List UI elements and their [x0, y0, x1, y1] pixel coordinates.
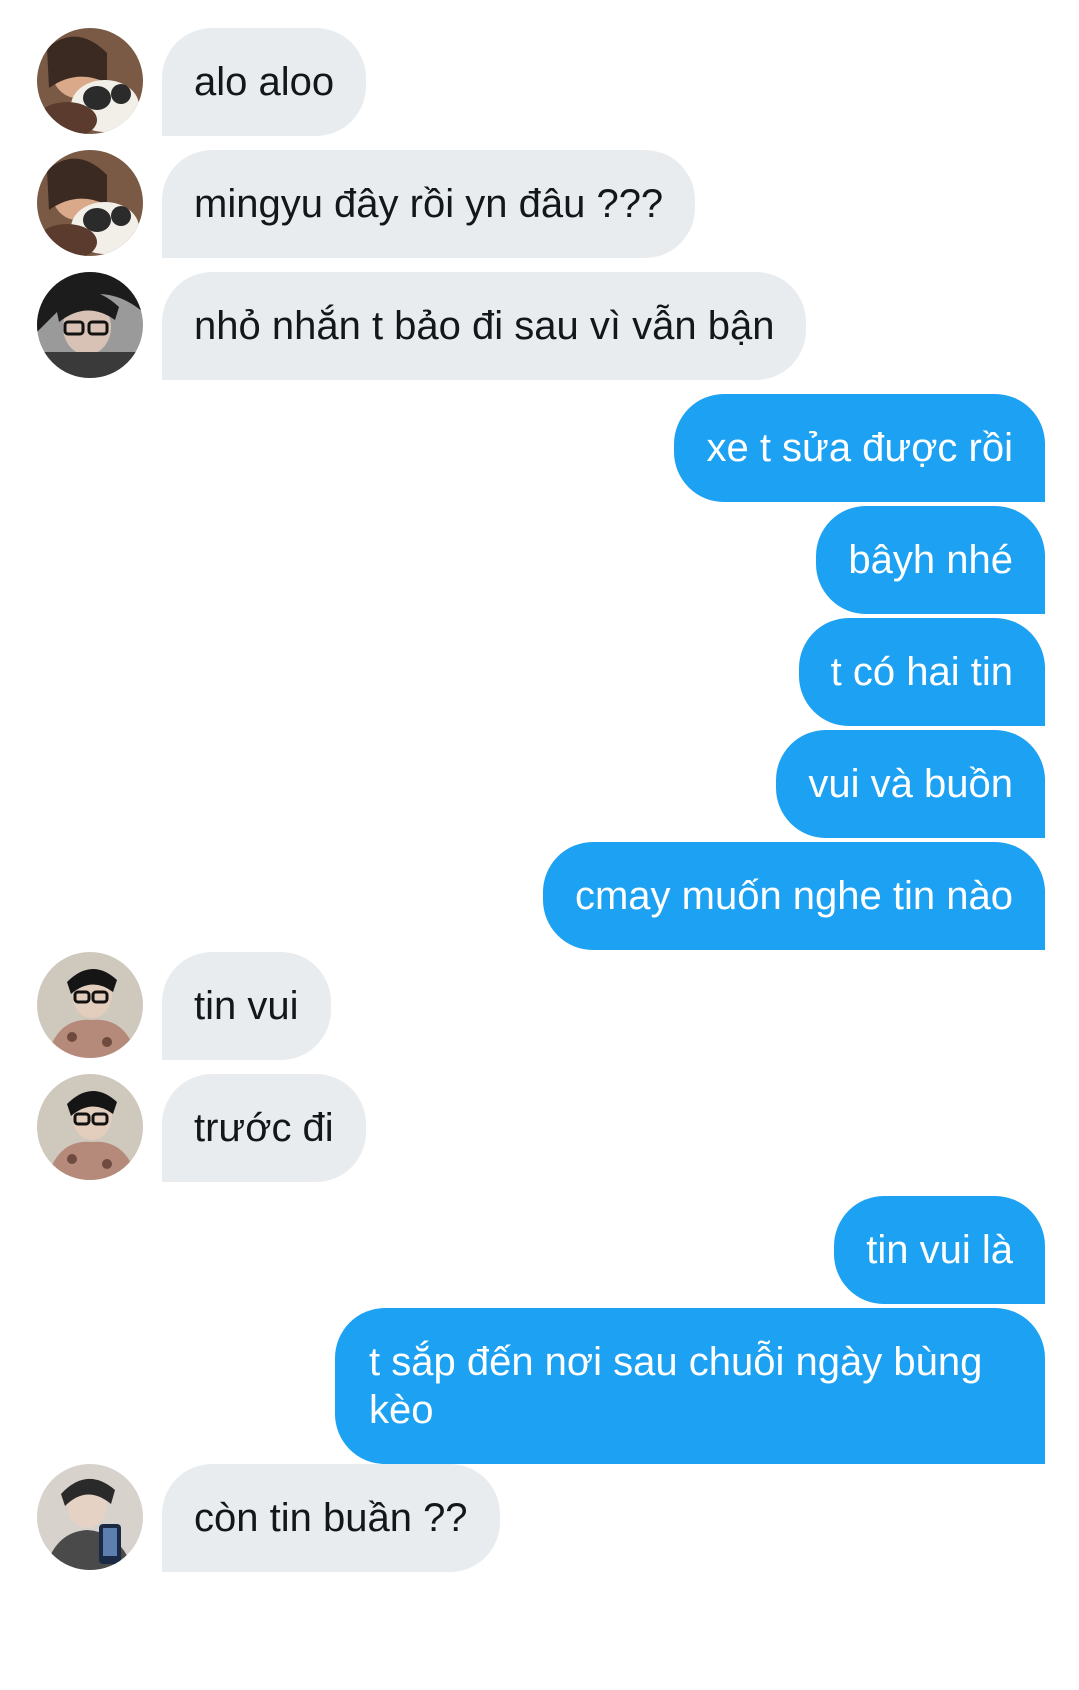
message-row: alo aloo — [0, 28, 1079, 136]
chat-thread: alo aloo mingyu đây rồi yn đâu ??? nhỏ n… — [0, 0, 1079, 1690]
outgoing-message-bubble[interactable]: t sắp đến nơi sau chuỗi ngày bùng kèo — [335, 1308, 1045, 1464]
avatar-boy-with-phone-icon[interactable] — [37, 1464, 143, 1570]
incoming-message-bubble[interactable]: nhỏ nhắn t bảo đi sau vì vẫn bận — [162, 272, 807, 380]
incoming-message-bubble[interactable]: còn tin buần ?? — [162, 1464, 500, 1572]
incoming-message-bubble[interactable]: alo aloo — [162, 28, 367, 136]
incoming-message-bubble[interactable]: mingyu đây rồi yn đâu ??? — [162, 150, 696, 258]
avatar-boy-with-glasses-icon[interactable] — [37, 1074, 143, 1180]
incoming-message-bubble[interactable]: tin vui — [162, 952, 331, 1060]
message-row: tin vui — [0, 952, 1079, 1060]
message-row: còn tin buần ?? — [0, 1464, 1079, 1572]
message-row: mingyu đây rồi yn đâu ??? — [0, 150, 1079, 258]
avatar-girl-with-cat-icon[interactable] — [37, 28, 143, 134]
outgoing-message-bubble[interactable]: tin vui là — [834, 1196, 1045, 1304]
message-row: t sắp đến nơi sau chuỗi ngày bùng kèo — [0, 1308, 1079, 1464]
avatar-girl-with-cat-icon[interactable] — [37, 150, 143, 256]
message-row: nhỏ nhắn t bảo đi sau vì vẫn bận — [0, 272, 1079, 380]
outgoing-message-bubble[interactable]: cmay muốn nghe tin nào — [542, 842, 1045, 950]
outgoing-message-bubble[interactable]: xe t sửa được rồi — [674, 394, 1045, 502]
avatar-person-with-glasses-icon[interactable] — [37, 272, 143, 378]
outgoing-message-bubble[interactable]: vui và buồn — [776, 730, 1045, 838]
message-row: bâyh nhé — [0, 506, 1079, 614]
message-row: vui và buồn — [0, 730, 1079, 838]
outgoing-message-bubble[interactable]: bâyh nhé — [816, 506, 1045, 614]
incoming-message-bubble[interactable]: trước đi — [162, 1074, 366, 1182]
message-row: tin vui là — [0, 1196, 1079, 1304]
avatar-boy-with-glasses-icon[interactable] — [37, 952, 143, 1058]
message-row: cmay muốn nghe tin nào — [0, 842, 1079, 950]
message-row: xe t sửa được rồi — [0, 394, 1079, 502]
message-row: trước đi — [0, 1074, 1079, 1182]
message-row: t có hai tin — [0, 618, 1079, 726]
outgoing-message-bubble[interactable]: t có hai tin — [798, 618, 1045, 726]
